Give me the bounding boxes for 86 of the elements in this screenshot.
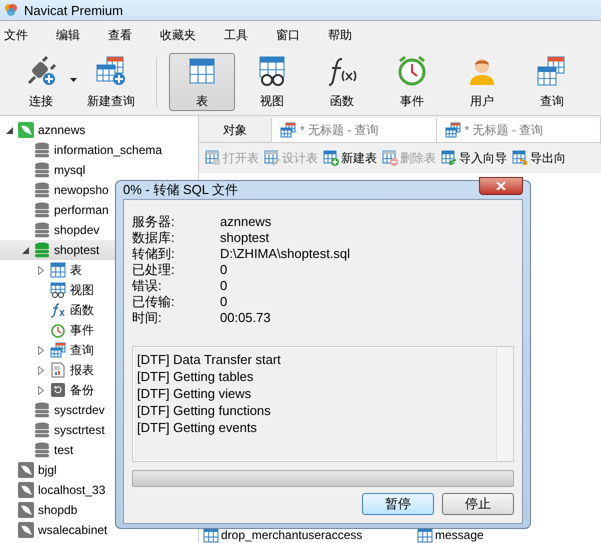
tree-item[interactable]: localhost_33 <box>0 480 198 500</box>
table-add-icon <box>323 150 339 166</box>
tree-item[interactable]: information_schema <box>0 140 198 160</box>
info-label: 错误: <box>132 278 163 294</box>
info-value: 0 <box>220 294 228 310</box>
toolbar-button[interactable]: 新建查询 <box>78 53 144 111</box>
log-line: [DTF] Getting functions <box>137 402 272 419</box>
close-button[interactable] <box>479 177 523 195</box>
info-value: D:\ZHIMA\shoptest.sql <box>220 246 352 262</box>
log-line: [DTF] Getting views <box>137 385 252 402</box>
database-icon <box>34 242 50 258</box>
dialog-button[interactable]: 停止 <box>442 493 514 515</box>
plug-icon <box>25 54 57 86</box>
table-icon <box>50 262 66 278</box>
new-query-icon <box>95 54 127 86</box>
database-icon <box>34 402 50 418</box>
collapse-arrow-icon[interactable] <box>6 126 12 134</box>
menu-item[interactable]: 工具 <box>224 24 248 46</box>
expand-arrow-icon[interactable] <box>38 266 44 274</box>
table-remove-icon <box>382 150 398 166</box>
menu-item[interactable]: 窗口 <box>276 24 300 46</box>
dialog-button[interactable]: 暂停 <box>362 493 434 515</box>
menu-item[interactable]: 编辑 <box>56 24 80 46</box>
tree-item[interactable]: wsalecabinet <box>0 520 198 540</box>
database-icon <box>34 422 50 438</box>
toolbar-button[interactable]: 表 <box>169 53 235 111</box>
log-line: [DTF] Getting tables <box>137 368 254 385</box>
menu-item[interactable]: 帮助 <box>328 24 352 46</box>
menu-item[interactable]: 查看 <box>108 24 132 46</box>
toolbar-button[interactable]: 新建表 <box>323 150 377 166</box>
app-logo-icon <box>4 3 18 17</box>
tab[interactable]: * 无标题 - 查询 <box>436 118 601 142</box>
database-icon <box>34 162 50 178</box>
report-icon <box>50 362 66 378</box>
table-open-icon <box>205 150 221 166</box>
tree-item[interactable]: shopdb <box>0 500 198 520</box>
log-line: [DTF] Data Transfer start <box>137 351 282 368</box>
info-value: aznnews <box>220 214 272 230</box>
database-icon <box>34 182 50 198</box>
close-icon <box>496 182 506 190</box>
collapse-arrow-icon[interactable] <box>22 246 28 254</box>
function-icon <box>50 302 66 318</box>
menu-item[interactable]: 收藏夹 <box>160 24 196 46</box>
dropdown-caret-icon[interactable] <box>70 78 77 82</box>
query-icon <box>444 122 460 138</box>
database-icon <box>34 442 50 458</box>
database-icon <box>34 222 50 238</box>
database-icon <box>34 202 50 218</box>
info-label: 服务器: <box>132 214 176 230</box>
toolbar-button[interactable]: 视图 <box>239 53 305 111</box>
menu-item[interactable]: 文件 <box>4 24 28 46</box>
info-label: 时间: <box>132 310 163 326</box>
info-value: 0 <box>220 278 228 294</box>
toolbar-button[interactable]: 查询 <box>519 53 585 111</box>
clock-icon <box>50 322 66 338</box>
toolbar-button[interactable]: 连接 <box>8 53 74 111</box>
dialog-title: 0% - 转储 SQL 文件 <box>123 181 238 199</box>
window-title: Navicat Premium <box>24 2 123 18</box>
info-value: 0 <box>220 262 228 278</box>
query-icon <box>280 122 296 138</box>
alarm-clock-icon <box>396 54 428 86</box>
backup-icon <box>50 382 66 398</box>
expand-arrow-icon[interactable] <box>38 386 44 394</box>
expand-arrow-icon[interactable] <box>38 366 44 374</box>
info-label: 转储到: <box>132 246 176 262</box>
database-icon <box>34 142 50 158</box>
tab[interactable]: * 无标题 - 查询 <box>272 118 436 142</box>
toolbar-button[interactable]: 导出向 <box>512 150 566 166</box>
tree-item[interactable]: bjgl <box>0 460 198 480</box>
toolbar-button[interactable]: 函数 <box>309 53 375 111</box>
toolbar-button[interactable]: 导入向导 <box>441 150 507 166</box>
expand-arrow-icon[interactable] <box>38 346 44 354</box>
tree-item[interactable]: test <box>0 440 198 460</box>
toolbar-button[interactable]: 事件 <box>379 53 445 111</box>
info-value: 00:05.73 <box>220 310 272 326</box>
query-icon <box>50 342 66 358</box>
toolbar-button[interactable]: 用户 <box>449 53 515 111</box>
log-line: [DTF] Getting events <box>137 419 258 436</box>
tree-item[interactable]: aznnews <box>0 120 198 140</box>
scrollbar[interactable] <box>496 347 513 461</box>
info-label: 已传输: <box>132 294 176 310</box>
info-value: shoptest <box>220 230 270 246</box>
view-icon <box>50 282 66 298</box>
info-label: 已处理: <box>132 262 176 278</box>
tree-item[interactable]: mysql <box>0 160 198 180</box>
table-pencil-icon <box>264 150 280 166</box>
